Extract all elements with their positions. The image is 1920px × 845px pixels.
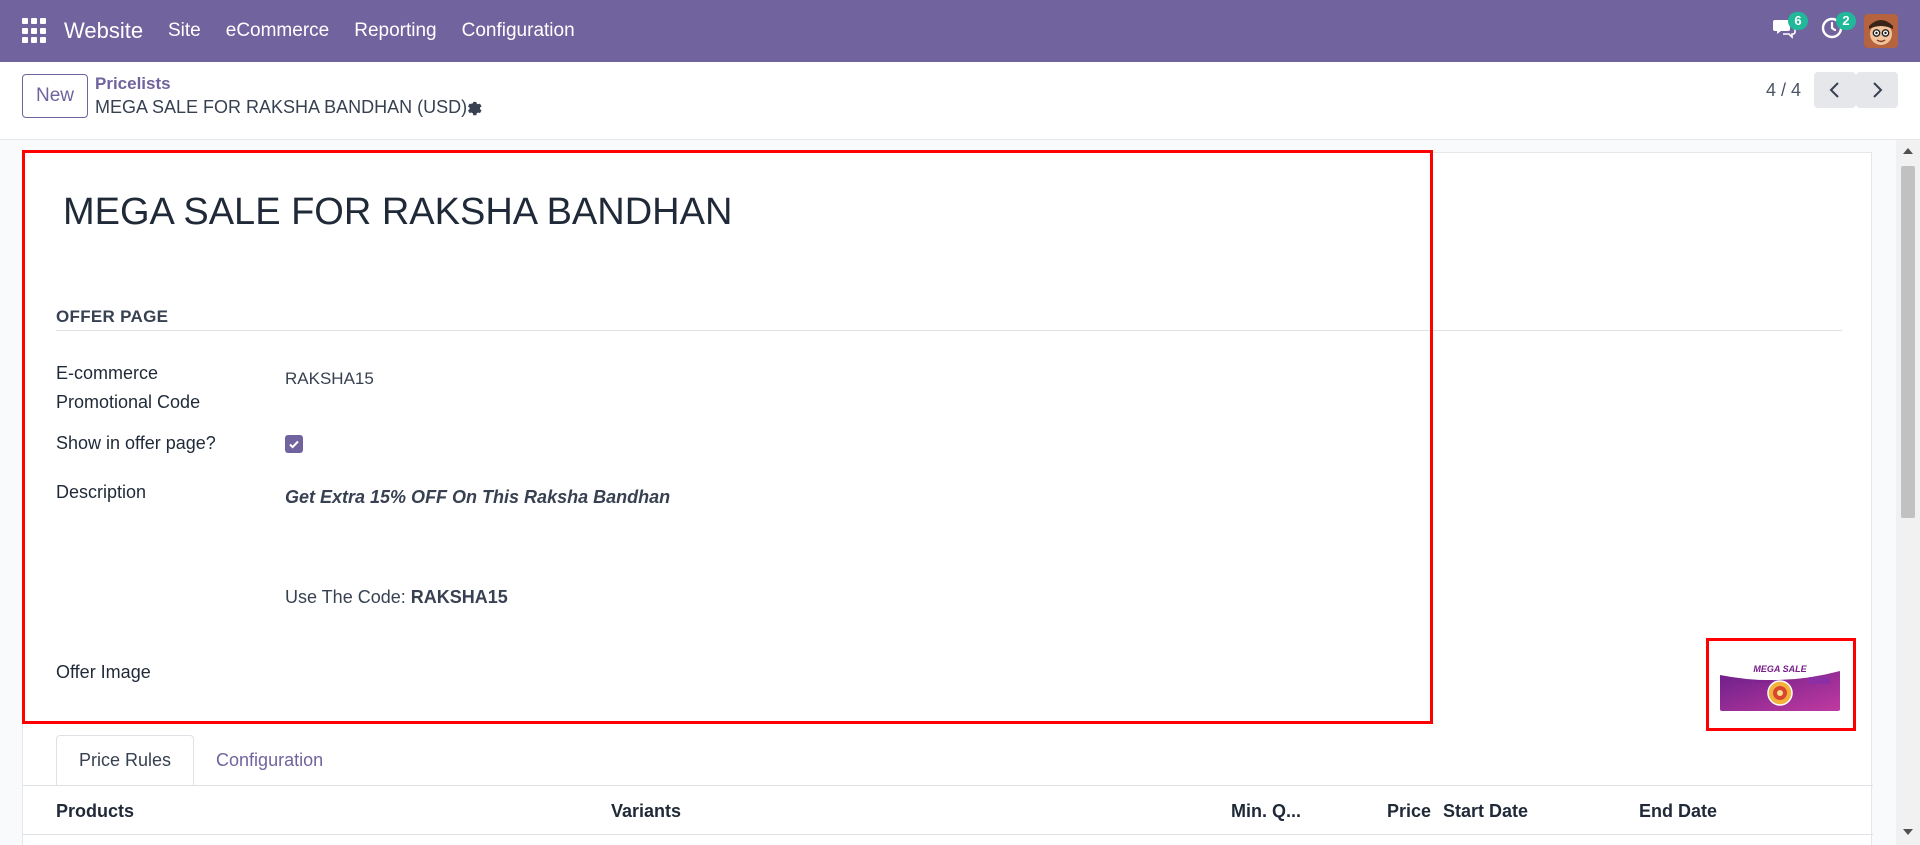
scroll-up-arrow[interactable]	[1903, 148, 1913, 154]
navbar-systray: 6 2	[1720, 0, 1920, 62]
column-start-date[interactable]: Start Date	[1443, 801, 1528, 822]
gear-icon[interactable]	[465, 99, 483, 117]
chevron-right-icon	[1873, 82, 1883, 98]
offer-image-sub: FLAT 15% OFF	[1742, 679, 1773, 684]
offer-image-label: Offer Image	[56, 662, 151, 682]
new-button[interactable]: New	[22, 74, 88, 118]
price-rules-table-header: Products Variants Min. Q... Price Start …	[23, 787, 1873, 835]
pager-previous-button[interactable]	[1814, 72, 1856, 108]
messages-count-badge: 6	[1788, 12, 1808, 30]
activities-button[interactable]: 2	[1820, 12, 1856, 42]
tab-price-rules[interactable]: Price Rules	[56, 735, 195, 786]
offer-image-thumbnail[interactable]: MEGA SALE FLAT 15% OFF	[1720, 657, 1840, 711]
description-code-line[interactable]: Use The Code: RAKSHA15	[285, 587, 508, 608]
show-offer-checkbox[interactable]	[285, 435, 303, 453]
column-end-date[interactable]: End Date	[1639, 801, 1717, 822]
app-brand[interactable]: Website	[64, 18, 143, 44]
record-title[interactable]: MEGA SALE FOR RAKSHA BANDHAN	[63, 191, 732, 234]
menu-item-configuration[interactable]: Configuration	[462, 20, 575, 42]
show-offer-label: Show in offer page?	[56, 433, 216, 453]
scroll-down-arrow[interactable]	[1903, 829, 1913, 835]
page-scrollbar[interactable]	[1896, 140, 1920, 845]
column-products[interactable]: Products	[56, 801, 134, 822]
form-sheet: MEGA SALE FOR RAKSHA BANDHAN OFFER PAGE …	[22, 152, 1873, 845]
offer-image-heading: MEGA SALE	[1753, 664, 1807, 674]
user-avatar[interactable]	[1864, 14, 1898, 48]
promo-code-label-line2: Promotional Code	[56, 392, 201, 412]
pager-next-button[interactable]	[1856, 72, 1898, 108]
pager-value[interactable]: 4 / 4	[1766, 80, 1801, 101]
messages-button[interactable]: 6	[1772, 12, 1808, 42]
section-divider	[56, 330, 1842, 331]
notebook-tabs: Price Rules Configuration	[56, 735, 345, 786]
scroll-thumb[interactable]	[1901, 166, 1915, 518]
column-variants[interactable]: Variants	[611, 801, 681, 822]
menu-item-reporting[interactable]: Reporting	[354, 20, 436, 42]
column-min-qty[interactable]: Min. Q...	[1231, 801, 1301, 822]
main-menu: Site eCommerce Reporting Configuration	[168, 20, 600, 42]
activities-count-badge: 2	[1836, 12, 1856, 30]
breadcrumb-current-record: MEGA SALE FOR RAKSHA BANDHAN (USD)	[95, 97, 468, 117]
breadcrumb-pricelists[interactable]: Pricelists	[95, 74, 171, 94]
chevron-left-icon	[1829, 82, 1839, 98]
section-title-offer-page: OFFER PAGE	[56, 307, 169, 326]
promo-code-label-line1: E-commerce	[56, 363, 159, 383]
promo-code-input[interactable]: RAKSHA15	[285, 369, 374, 389]
checkmark-icon	[289, 440, 299, 449]
promo-code-label: E-commerce Promotional Code	[56, 359, 200, 417]
description-code-prefix: Use The Code:	[285, 587, 411, 607]
apps-menu-icon[interactable]	[22, 18, 48, 44]
menu-item-site[interactable]: Site	[168, 20, 201, 42]
description-headline[interactable]: Get Extra 15% OFF On This Raksha Bandhan	[285, 487, 670, 508]
column-price[interactable]: Price	[1387, 801, 1431, 822]
control-panel: New Pricelists MEGA SALE FOR RAKSHA BAND…	[0, 62, 1920, 140]
menu-item-ecommerce[interactable]: eCommerce	[226, 20, 329, 42]
top-navbar: Website Site eCommerce Reporting Configu…	[0, 0, 1920, 62]
tabs-divider	[23, 785, 1873, 786]
description-label: Description	[56, 482, 147, 502]
tab-configuration[interactable]: Configuration	[194, 735, 345, 786]
description-code-value: RAKSHA15	[410, 587, 508, 607]
